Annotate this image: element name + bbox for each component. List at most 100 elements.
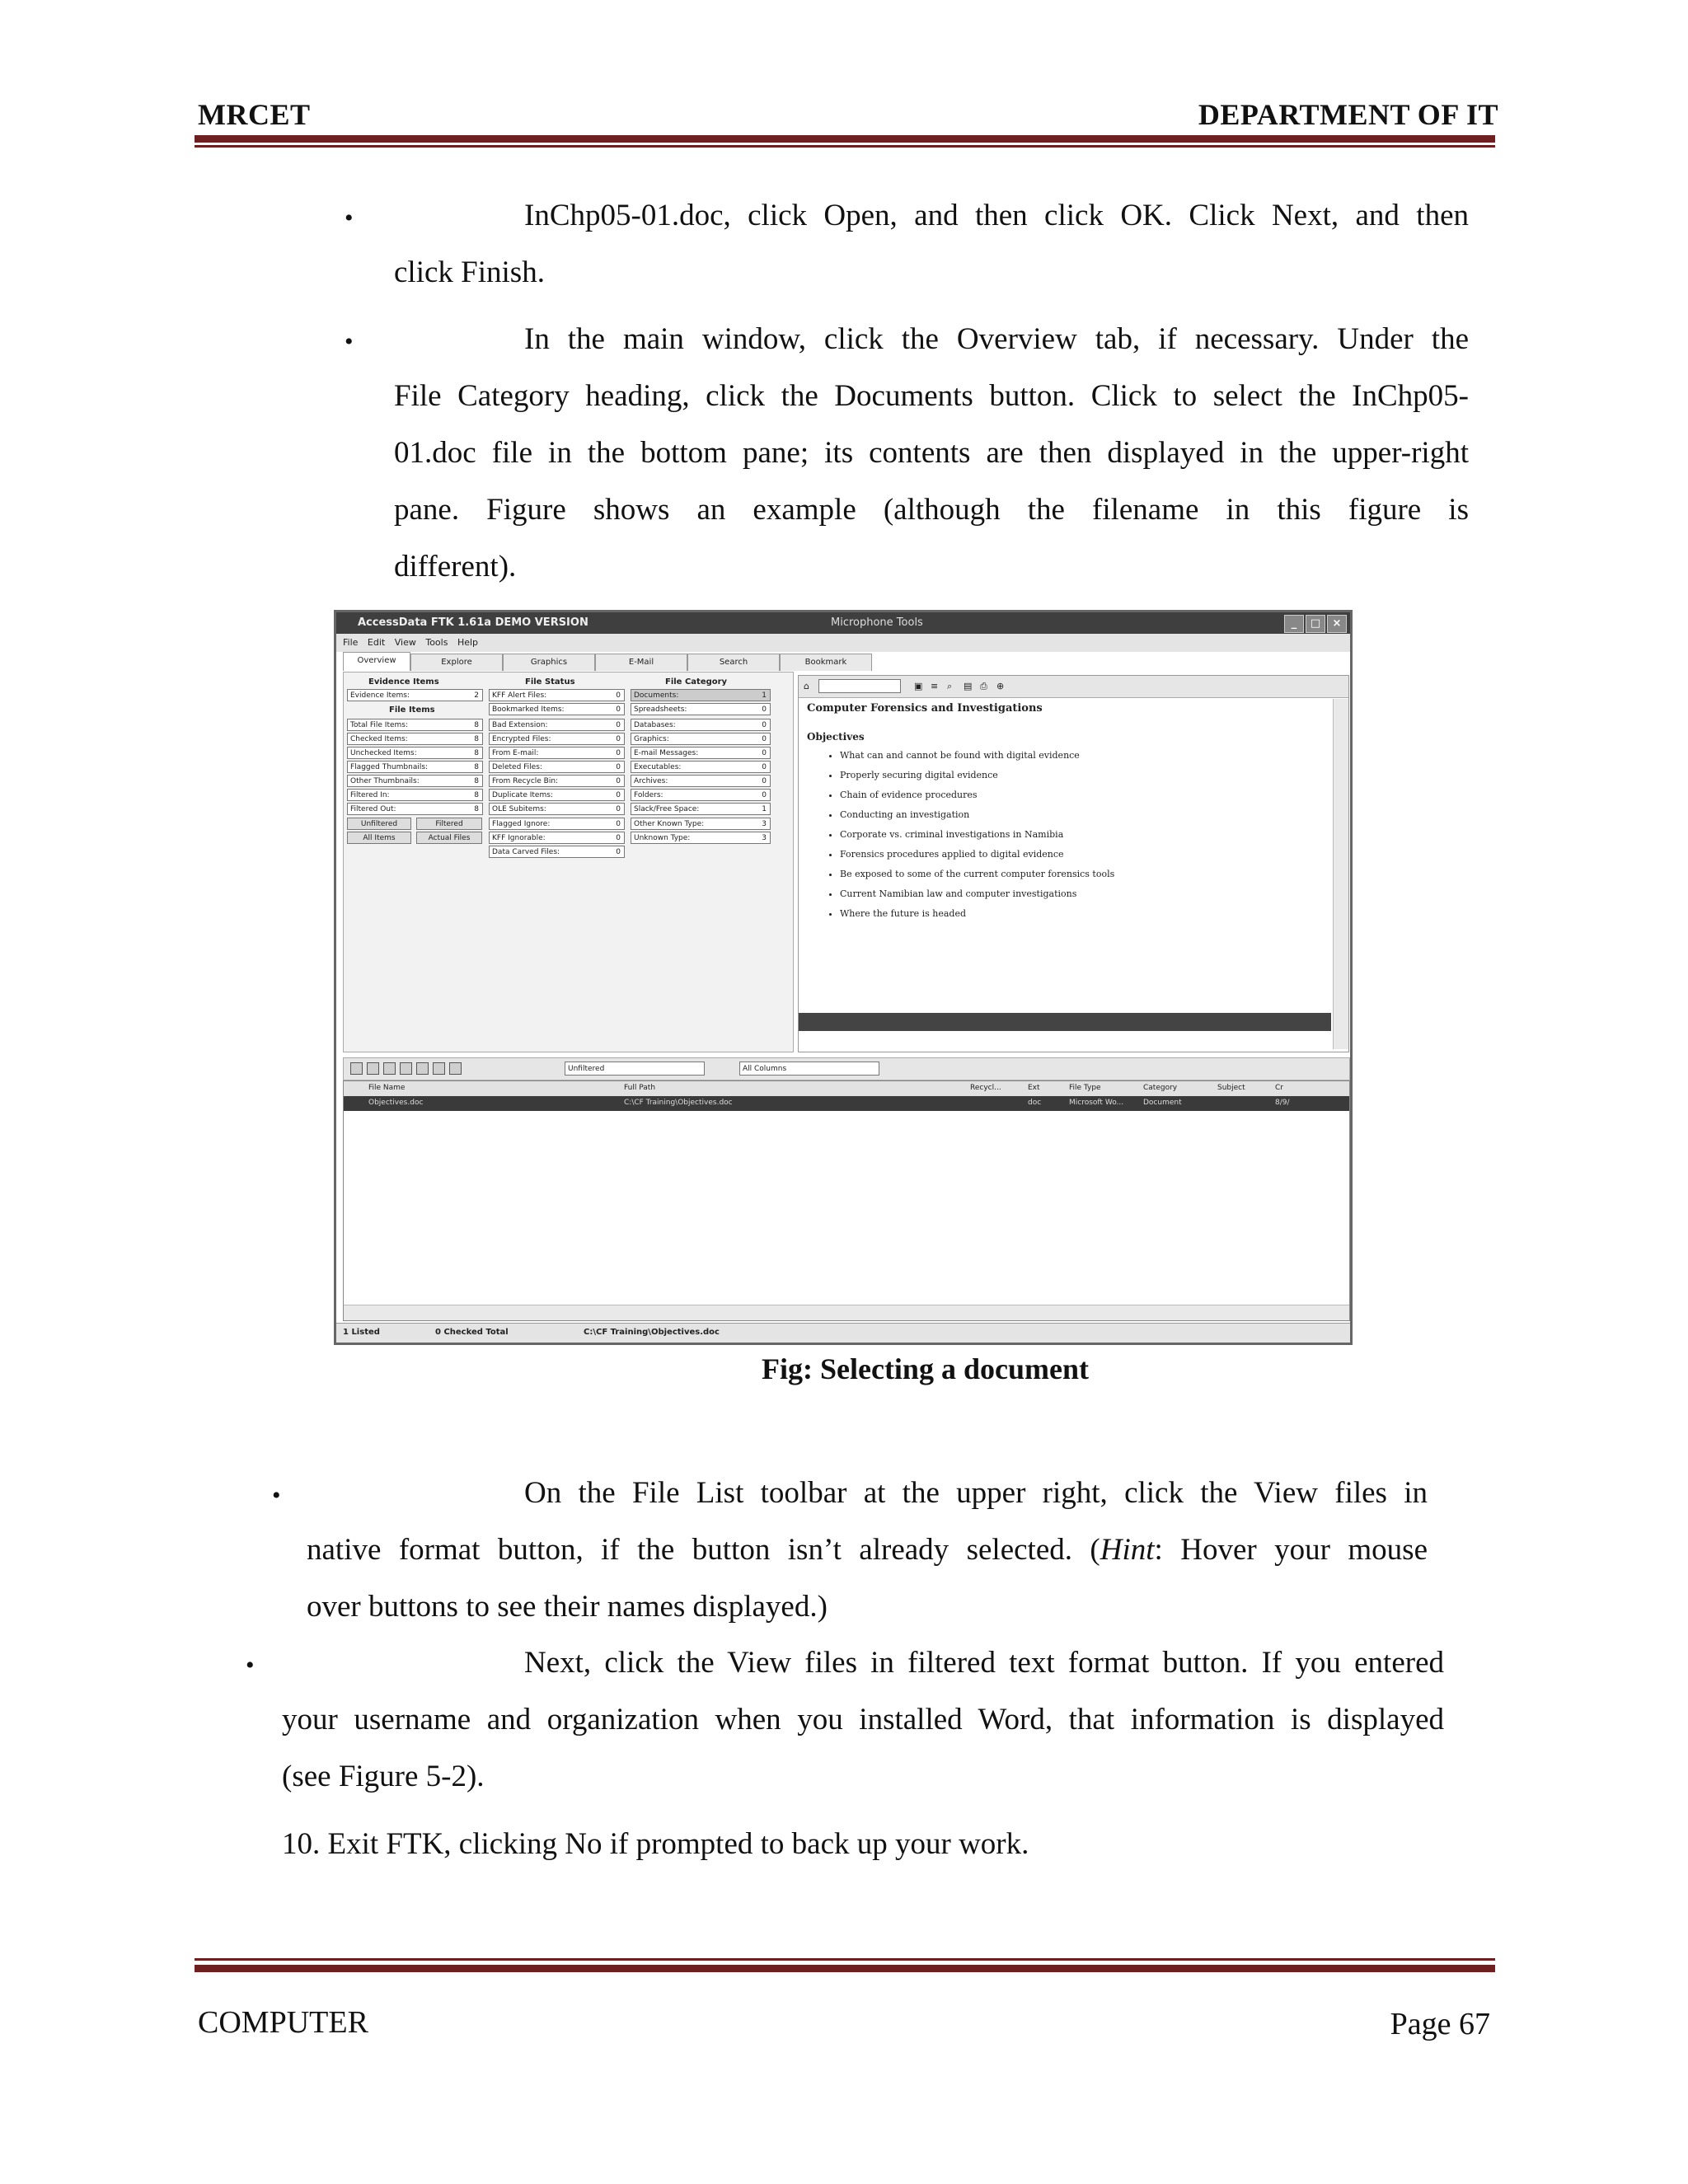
find-icon[interactable]: ⌕: [947, 681, 952, 692]
paragraph-line: In the main window, click the Overview t…: [524, 322, 1469, 356]
print-icon[interactable]: ⎙: [980, 681, 987, 692]
minimize-icon[interactable]: _: [1284, 615, 1304, 633]
header-institution: MRCET: [198, 98, 311, 131]
footer-rule: [195, 1965, 1495, 1972]
executables-category-button[interactable]: Executables: 0: [631, 761, 771, 773]
view-filtered-text-icon[interactable]: ≡: [931, 681, 938, 691]
tab-bookmark[interactable]: Bookmark: [780, 654, 872, 671]
folders-category-button[interactable]: Folders: 0: [631, 789, 771, 801]
list-item: Where the future is headed: [840, 904, 1301, 924]
filter-select[interactable]: Unfiltered: [565, 1062, 705, 1076]
other-known-type-category-button[interactable]: Other Known Type: 3: [631, 818, 771, 830]
filtered-in-field[interactable]: Filtered In: 8: [347, 789, 483, 801]
databases-category-button[interactable]: Databases: 0: [631, 719, 771, 731]
slack-free-space-category-button[interactable]: Slack/Free Space: 1: [631, 803, 771, 815]
paragraph-line: your username and organization when you …: [282, 1703, 1444, 1736]
unfiltered-button[interactable]: Unfiltered: [347, 818, 411, 830]
menu-edit[interactable]: Edit: [368, 637, 385, 648]
tab-explore[interactable]: Explore: [410, 654, 503, 671]
menubar: File Edit View Tools Help: [336, 634, 1350, 652]
menu-view[interactable]: View: [395, 637, 416, 648]
copy-icon[interactable]: [400, 1062, 412, 1075]
bookmark-icon[interactable]: ▤: [964, 681, 972, 691]
tab-graphics[interactable]: Graphics: [503, 654, 595, 671]
status-listed: 1 Listed: [343, 1328, 380, 1337]
columns-select[interactable]: All Columns: [739, 1062, 879, 1076]
view-native-format-icon[interactable]: ▣: [914, 681, 922, 691]
export-icon[interactable]: [383, 1062, 396, 1075]
document-title: Computer Forensics and Investigations: [807, 702, 1043, 715]
check-all-icon[interactable]: [350, 1062, 363, 1075]
bad-extension-field[interactable]: Bad Extension: 0: [489, 719, 625, 731]
paragraph-line: 01.doc file in the bottom pane; its cont…: [394, 436, 1469, 470]
uncheck-all-icon[interactable]: [367, 1062, 379, 1075]
column-recycle[interactable]: Recycl...: [970, 1084, 1001, 1092]
horizontal-scrollbar[interactable]: [344, 1305, 1349, 1320]
bookmarked-items-field[interactable]: Bookmarked Items: 0: [489, 703, 625, 715]
tab-overview[interactable]: Overview: [343, 652, 410, 671]
archives-category-button[interactable]: Archives: 0: [631, 775, 771, 787]
hash-icon[interactable]: [416, 1062, 429, 1075]
table-row[interactable]: Objectives.doc C:\CF Training\Objectives…: [344, 1096, 1349, 1111]
menu-file[interactable]: File: [343, 637, 358, 648]
email-messages-category-button[interactable]: E-mail Messages: 0: [631, 747, 771, 759]
checked-items-field[interactable]: Checked Items: 8: [347, 733, 483, 745]
graphics-category-button[interactable]: Graphics: 0: [631, 733, 771, 745]
spreadsheets-category-button[interactable]: Spreadsheets: 0: [631, 703, 771, 715]
paragraph-line: (see Figure 5-2).: [282, 1760, 485, 1793]
filter-icon[interactable]: [449, 1062, 462, 1075]
encrypted-files-field[interactable]: Encrypted Files: 0: [489, 733, 625, 745]
flagged-thumbnails-field[interactable]: Flagged Thumbnails: 8: [347, 761, 483, 773]
total-file-items-field[interactable]: Total File Items: 8: [347, 719, 483, 731]
from-email-field[interactable]: From E-mail: 0: [489, 747, 625, 759]
documents-category-button[interactable]: Documents: 1: [631, 689, 771, 701]
file-list-toolbar: ⌂ ▣ ≡ ⌕ ▤ ⎙ ⊕: [799, 676, 1348, 698]
flagged-ignore-field[interactable]: Flagged Ignore: 0: [489, 818, 625, 830]
paragraph-line: Next, click the View files in filtered t…: [524, 1646, 1444, 1680]
viewer-combo[interactable]: [818, 679, 901, 693]
paragraph-line: pane. Figure shows an example (although …: [394, 493, 1469, 527]
unchecked-items-field[interactable]: Unchecked Items: 8: [347, 747, 483, 759]
list-item: Properly securing digital evidence: [840, 766, 1301, 785]
tab-email[interactable]: E-Mail: [595, 654, 687, 671]
file-list: File Name Full Path Recycl... Ext File T…: [343, 1080, 1350, 1321]
status-checked: 0 Checked Total: [435, 1328, 509, 1337]
column-file-name[interactable]: File Name: [368, 1084, 405, 1092]
column-ext[interactable]: Ext: [1028, 1084, 1040, 1092]
tab-search[interactable]: Search: [687, 654, 780, 671]
kff-ignorable-field[interactable]: KFF Ignorable: 0: [489, 832, 625, 844]
menu-tools[interactable]: Tools: [425, 637, 448, 648]
data-carved-files-field[interactable]: Data Carved Files: 0: [489, 846, 625, 858]
filtered-button[interactable]: Filtered: [416, 818, 482, 830]
evidence-items-field[interactable]: Evidence Items: 2: [347, 689, 483, 701]
list-toolbar: Unfiltered All Columns: [343, 1057, 1350, 1080]
unknown-type-category-button[interactable]: Unknown Type: 3: [631, 832, 771, 844]
file-viewer-pane: ⌂ ▣ ≡ ⌕ ▤ ⎙ ⊕ Computer Forensics and Inv…: [798, 675, 1349, 1052]
all-items-button[interactable]: All Items: [347, 832, 411, 844]
column-file-type[interactable]: File Type: [1069, 1084, 1101, 1092]
vertical-scrollbar[interactable]: [1333, 699, 1348, 1049]
zoom-icon[interactable]: ⊕: [996, 681, 1004, 691]
menu-help[interactable]: Help: [457, 637, 478, 648]
other-thumbnails-field[interactable]: Other Thumbnails: 8: [347, 775, 483, 787]
header-department: DEPARTMENT OF IT: [1198, 98, 1498, 131]
page-number: Page 67: [1390, 2007, 1490, 2041]
close-icon[interactable]: ×: [1327, 615, 1347, 633]
filtered-out-field[interactable]: Filtered Out: 8: [347, 803, 483, 815]
maximize-icon[interactable]: □: [1306, 615, 1325, 633]
column-subject[interactable]: Subject: [1217, 1084, 1245, 1092]
ole-subitems-field[interactable]: OLE Subitems: 0: [489, 803, 625, 815]
footer-rule-thin: [195, 1958, 1495, 1961]
column-category[interactable]: Category: [1143, 1084, 1177, 1092]
deleted-files-field[interactable]: Deleted Files: 0: [489, 761, 625, 773]
header-rule: [195, 135, 1495, 143]
from-recycle-bin-field[interactable]: From Recycle Bin: 0: [489, 775, 625, 787]
actual-files-button[interactable]: Actual Files: [416, 832, 482, 844]
figure-caption: Fig: Selecting a document: [762, 1352, 1089, 1385]
home-icon[interactable]: ⌂: [804, 681, 809, 691]
duplicate-items-field[interactable]: Duplicate Items: 0: [489, 789, 625, 801]
report-icon[interactable]: [433, 1062, 445, 1075]
column-created[interactable]: Cr: [1275, 1084, 1283, 1092]
kff-alert-field[interactable]: KFF Alert Files: 0: [489, 689, 625, 701]
column-full-path[interactable]: Full Path: [624, 1084, 655, 1092]
